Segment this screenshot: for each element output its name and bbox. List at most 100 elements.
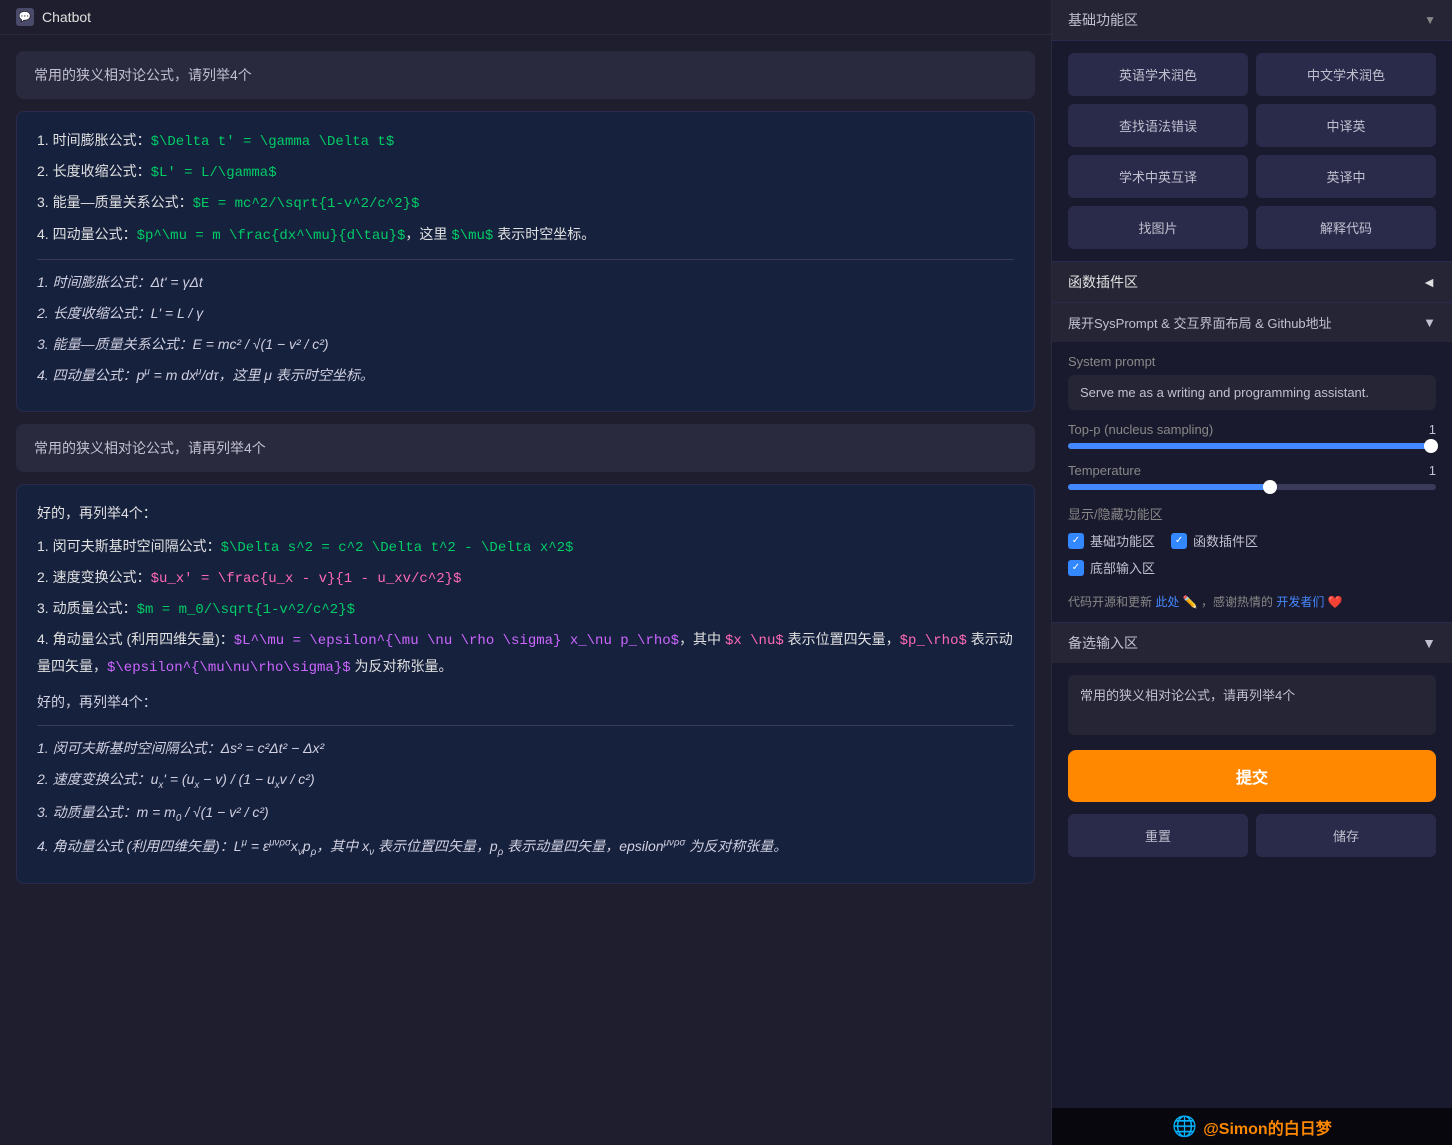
rendered-2: 2. 长度收缩公式：L' = L / γ — [37, 301, 1014, 326]
checkbox-plugin-label: 函数插件区 — [1193, 531, 1258, 550]
alt-input-textarea[interactable]: 常用的狭义相对论公式，请再列举4个 — [1068, 675, 1436, 735]
user-message-1: 常用的狭义相对论公式，请列举4个 — [16, 51, 1035, 99]
good-text-2: 好的，再列举4个： — [37, 690, 1014, 715]
btn-academic-translate[interactable]: 学术中英互译 — [1068, 155, 1248, 198]
sysprompt-arrow: ▼ — [1423, 315, 1436, 330]
rendered-1: 1. 时间膨胀公式：Δt' = γΔt — [37, 270, 1014, 295]
formula-green-4: $p^\mu = m \frac{dx^\mu}{d\tau}$ — [137, 228, 406, 244]
assistant-message-1: 1. 时间膨胀公式：$\Delta t' = \gamma \Delta t$ … — [16, 111, 1035, 412]
temperature-row: Temperature 1 — [1068, 463, 1436, 490]
rendered2-2: 2. 速度变换公式：ux' = (ux − v) / (1 − uxv / c²… — [37, 767, 1014, 794]
bottom-buttons: 重置 储存 — [1052, 806, 1452, 869]
divider-1 — [37, 259, 1014, 260]
checkbox-row-2: ✓ 底部输入区 — [1068, 558, 1436, 577]
fpurple-eps: $\epsilon^{\mu\nu\rho\sigma}$ — [107, 660, 351, 676]
top-p-thumb[interactable] — [1424, 439, 1438, 453]
btn-en-to-zh[interactable]: 英译中 — [1256, 155, 1436, 198]
fpink-x: $x \nu$ — [725, 633, 784, 649]
plugin-arrow: ◄ — [1422, 274, 1436, 290]
heart-icon: ❤️ — [1328, 595, 1343, 609]
fpink-u: $u_x' = \frac{u_x - v}{1 - u_xv/c^2}$ — [151, 571, 462, 587]
system-prompt-label: System prompt — [1068, 354, 1436, 369]
basic-functions-label: 基础功能区 — [1068, 10, 1138, 30]
contributors-link[interactable]: 开发者们 — [1276, 595, 1324, 609]
formula-green-mu: $\mu$ — [451, 228, 493, 244]
rendered-formulas-2: 1. 闵可夫斯基时空间隔公式：Δs² = c²Δt² − Δx² 2. 速度变换… — [37, 736, 1014, 861]
submit-button[interactable]: 提交 — [1068, 750, 1436, 802]
assistant-message-2: 好的，再列举4个： 1. 闵可夫斯基时空间隔公式：$\Delta s^2 = c… — [16, 484, 1035, 885]
chat-area: 常用的狭义相对论公式，请列举4个 1. 时间膨胀公式：$\Delta t' = … — [0, 35, 1051, 1145]
rendered-formulas-1: 1. 时间膨胀公式：Δt' = γΔt 2. 长度收缩公式：L' = L / γ… — [37, 270, 1014, 389]
sysprompt-header: 展开SysPrompt & 交互界面布局 & Github地址 ▼ — [1052, 303, 1452, 342]
reset-button[interactable]: 重置 — [1068, 814, 1248, 857]
checkbox-bottom-label: 底部输入区 — [1090, 558, 1155, 577]
rendered-4: 4. 四动量公式：pμ = m dxμ/dτ，这里 μ 表示时空坐标。 — [37, 363, 1014, 388]
save-label: 储存 — [1333, 829, 1359, 844]
basic-functions-arrow: ▼ — [1424, 13, 1436, 27]
submit-label: 提交 — [1236, 770, 1268, 787]
checkbox-basic[interactable]: ✓ 基础功能区 — [1068, 531, 1155, 550]
btn-find-image[interactable]: 找图片 — [1068, 206, 1248, 249]
formula2-raw-2: 2. 速度变换公式：$u_x' = \frac{u_x - v}{1 - u_x… — [37, 565, 1014, 592]
open-source-edit-icon: ✏️ — [1183, 595, 1198, 609]
btn-zh-to-en[interactable]: 中译英 — [1256, 104, 1436, 147]
chatbot-icon: 💬 — [16, 8, 34, 26]
basic-functions-grid: 英语学术润色 中文学术润色 查找语法错误 中译英 学术中英互译 英译中 找图片 … — [1052, 41, 1452, 261]
top-p-track[interactable] — [1068, 443, 1436, 449]
rendered2-4: 4. 角动量公式 (利用四维矢量)：Lμ = εμνρσxνpρ，其中 xν 表… — [37, 834, 1014, 861]
alt-input-label: 备选输入区 — [1068, 633, 1138, 653]
formula2-raw-1: 1. 闵可夫斯基时空间隔公式：$\Delta s^2 = c^2 \Delta … — [37, 534, 1014, 561]
fgreen-m: $m = m_0/\sqrt{1-v^2/c^2}$ — [137, 602, 355, 618]
chatbot-header: 💬 Chatbot — [0, 0, 1051, 35]
top-p-row: Top-p (nucleus sampling) 1 — [1068, 422, 1436, 449]
temperature-value: 1 — [1429, 463, 1436, 478]
formula-raw-1: 1. 时间膨胀公式：$\Delta t' = \gamma \Delta t$ — [37, 128, 1014, 155]
user-message-2-text: 常用的狭义相对论公式，请再列举4个 — [34, 440, 266, 456]
top-p-label-row: Top-p (nucleus sampling) 1 — [1068, 422, 1436, 437]
watermark-text: @Simon的白日梦 — [1203, 1115, 1332, 1139]
formula-raw-4: 4. 四动量公式：$p^\mu = m \frac{dx^\mu}{d\tau}… — [37, 222, 1014, 249]
open-source-text-before: 代码开源和更新 — [1068, 595, 1152, 609]
formula-green-3: $E = mc^2/\sqrt{1-v^2/c^2}$ — [193, 196, 420, 212]
visibility-label: 显示/隐藏功能区 — [1068, 504, 1436, 523]
alt-input-arrow: ▼ — [1422, 635, 1436, 651]
sysprompt-header-label: 展开SysPrompt & 交互界面布局 & Github地址 — [1068, 313, 1332, 332]
formula-green-2: $L' = L/\gamma$ — [151, 165, 277, 181]
top-p-label: Top-p (nucleus sampling) — [1068, 422, 1213, 437]
top-p-value: 1 — [1429, 422, 1436, 437]
checkbox-plugin[interactable]: ✓ 函数插件区 — [1171, 531, 1258, 550]
formula-green-1: $\Delta t' = \gamma \Delta t$ — [151, 134, 395, 150]
system-prompt-value: Serve me as a writing and programming as… — [1068, 375, 1436, 410]
alt-input-header: 备选输入区 ▼ — [1052, 623, 1452, 663]
checkbox-bottom-box[interactable]: ✓ — [1068, 560, 1084, 576]
btn-zh-academic[interactable]: 中文学术润色 — [1256, 53, 1436, 96]
temperature-thumb[interactable] — [1263, 480, 1277, 494]
save-button[interactable]: 储存 — [1256, 814, 1436, 857]
fgreen-s2: $\Delta s^2 = c^2 \Delta t^2 - \Delta x^… — [221, 540, 574, 556]
chat-panel: 💬 Chatbot 常用的狭义相对论公式，请列举4个 1. 时间膨胀公式：$\D… — [0, 0, 1052, 1145]
temperature-fill — [1068, 484, 1270, 490]
open-source-text-after: ，感谢热情的 — [1201, 595, 1273, 609]
divider-2 — [37, 725, 1014, 726]
checkbox-plugin-box[interactable]: ✓ — [1171, 533, 1187, 549]
checkbox-basic-box[interactable]: ✓ — [1068, 533, 1084, 549]
rendered-3: 3. 能量—质量关系公式：E = mc² / √(1 − v² / c²) — [37, 332, 1014, 357]
fpurple-L: $L^\mu = \epsilon^{\mu \nu \rho \sigma} … — [234, 633, 679, 649]
alt-input-section: 备选输入区 ▼ 常用的狭义相对论公式，请再列举4个 提交 重置 储存 — [1052, 622, 1452, 869]
open-source-link[interactable]: 此处 — [1155, 595, 1179, 609]
formula-raw-2: 2. 长度收缩公式：$L' = L/\gamma$ — [37, 159, 1014, 186]
formula-list-raw: 1. 时间膨胀公式：$\Delta t' = \gamma \Delta t$ … — [37, 128, 1014, 249]
checkbox-bottom[interactable]: ✓ 底部输入区 — [1068, 558, 1155, 577]
btn-en-academic[interactable]: 英语学术润色 — [1068, 53, 1248, 96]
sysprompt-body: System prompt Serve me as a writing and … — [1052, 342, 1452, 622]
rendered2-3: 3. 动质量公式：m = m0 / √(1 − v² / c²) — [37, 800, 1014, 827]
plugin-section-header: 函数插件区 ◄ — [1052, 261, 1452, 302]
rendered2-1: 1. 闵可夫斯基时空间隔公式：Δs² = c²Δt² − Δx² — [37, 736, 1014, 761]
btn-explain-code[interactable]: 解释代码 — [1256, 206, 1436, 249]
temperature-label: Temperature — [1068, 463, 1141, 478]
sysprompt-section: 展开SysPrompt & 交互界面布局 & Github地址 ▼ System… — [1052, 302, 1452, 622]
btn-grammar[interactable]: 查找语法错误 — [1068, 104, 1248, 147]
open-source-row: 代码开源和更新 此处 ✏️ ，感谢热情的 开发者们 ❤️ — [1068, 585, 1436, 610]
weibo-icon: 🌐 — [1172, 1114, 1197, 1139]
temperature-track[interactable] — [1068, 484, 1436, 490]
